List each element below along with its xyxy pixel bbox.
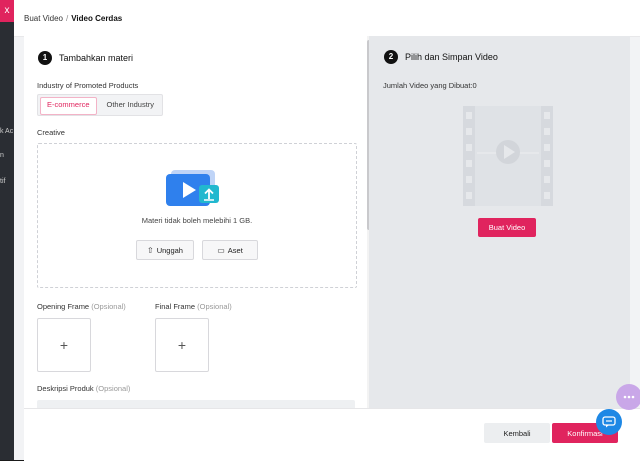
final-frame-optional: (Opsional) xyxy=(197,302,232,311)
product-description-label-text: Deskripsi Produk xyxy=(37,384,94,393)
assistant-chat-icon[interactable] xyxy=(616,384,640,410)
final-frame-label-text: Final Frame xyxy=(155,302,196,311)
industry-option-other[interactable]: Other Industry xyxy=(101,97,161,113)
opening-frame-upload[interactable]: + xyxy=(37,318,91,372)
step-2-title: Pilih dan Simpan Video xyxy=(405,52,498,62)
add-material-panel: 1 Tambahkan materi Industry of Promoted … xyxy=(24,36,370,408)
step-1-title: Tambahkan materi xyxy=(59,53,134,63)
folder-icon: ▭ xyxy=(217,245,225,255)
plus-icon: + xyxy=(59,337,69,353)
video-placeholder-icon xyxy=(463,106,553,206)
breadcrumb-separator: / xyxy=(66,14,69,23)
opening-frame-label: Opening Frame (Opsional) xyxy=(37,302,126,311)
create-video-button[interactable]: Buat Video xyxy=(478,218,536,237)
back-button[interactable]: Kembali xyxy=(484,423,550,443)
opening-frame-optional: (Opsional) xyxy=(91,302,126,311)
industry-option-ecommerce[interactable]: E-commerce xyxy=(40,97,97,115)
select-save-panel: 2 Pilih dan Simpan Video Jumlah Video ya… xyxy=(369,36,630,408)
industry-label: Industry of Promoted Products xyxy=(37,81,139,90)
message-icon xyxy=(602,416,616,428)
opening-frame-label-text: Opening Frame xyxy=(37,302,90,311)
final-frame-upload[interactable]: + xyxy=(155,318,209,372)
assets-button-label: Aset xyxy=(227,245,243,255)
modal-header: Buat Video / Video Cerdas xyxy=(14,0,640,37)
industry-selector: E-commerce Other Industry xyxy=(37,94,164,116)
assets-button[interactable]: ▭ Aset xyxy=(202,240,258,260)
upload-size-hint: Materi tidak boleh melebihi 1 GB. xyxy=(141,216,253,225)
video-count-text: Jumlah Video yang Dibuat:0 xyxy=(383,81,477,90)
upload-button[interactable]: ⇧ Unggah xyxy=(136,240,194,260)
backdrop-text-2: n xyxy=(0,152,4,159)
modal-footer: Kembali Konfirmasi xyxy=(24,408,640,461)
video-upload-icon xyxy=(166,170,219,206)
final-frame-label: Final Frame (Opsional) xyxy=(155,302,232,311)
backdrop-text-1: k Ac xyxy=(0,128,14,135)
ellipsis-icon xyxy=(623,395,635,399)
breadcrumb-create-video[interactable]: Buat Video xyxy=(24,14,63,23)
creative-label: Creative xyxy=(37,128,65,137)
product-description-optional: (Opsional) xyxy=(95,384,131,393)
product-description-input[interactable] xyxy=(37,400,355,408)
breadcrumb: Buat Video / Video Cerdas xyxy=(24,14,122,23)
close-icon[interactable]: x xyxy=(0,0,14,22)
breadcrumb-smart-video: Video Cerdas xyxy=(71,14,123,23)
plus-icon: + xyxy=(177,337,187,353)
step-1-badge: 1 xyxy=(38,51,52,65)
step-2-badge: 2 xyxy=(384,50,398,64)
smart-video-modal: Buat Video / Video Cerdas 1 Tambahkan mate… xyxy=(14,0,640,461)
support-chat-icon[interactable] xyxy=(596,409,622,435)
upload-button-label: Unggah xyxy=(156,245,183,255)
product-description-label: Deskripsi Produk (Opsional) xyxy=(37,384,130,393)
upload-icon: ⇧ xyxy=(147,245,154,255)
backdrop-text-3: tif xyxy=(0,178,6,185)
creative-upload-area[interactable]: Materi tidak boleh melebihi 1 GB. ⇧ Ungg… xyxy=(37,143,357,288)
